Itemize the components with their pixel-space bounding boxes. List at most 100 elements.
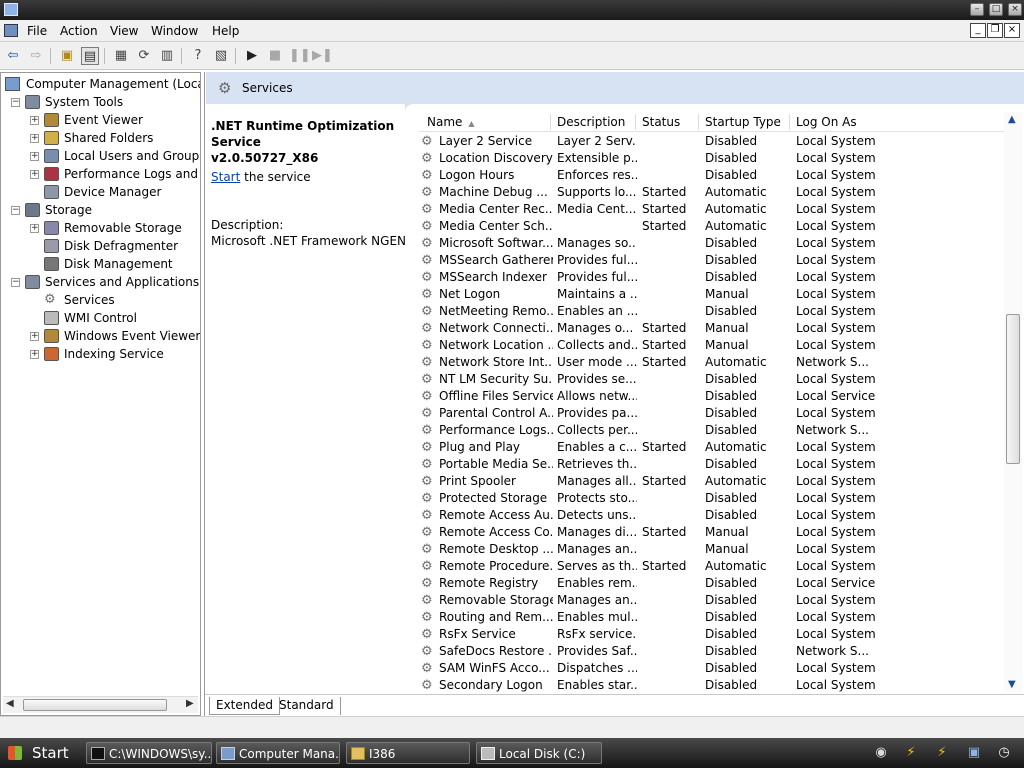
column-status[interactable]: Status (642, 115, 680, 129)
flash-icon[interactable]: ⚡ (934, 745, 950, 761)
table-row[interactable]: ⚙ Network Location ... Collects and... Star… (419, 337, 1007, 354)
table-row[interactable]: ⚙ Media Center Sch... Started Automatic Loca… (419, 218, 1007, 235)
tree-item-disk-defragmenter[interactable]: Disk Defragmenter (1, 237, 200, 255)
table-row[interactable]: ⚙ Location Discovery Extensible p... Disabl… (419, 150, 1007, 167)
table-row[interactable]: ⚙ Portable Media Se... Retrieves th... Disa… (419, 456, 1007, 473)
clock-icon[interactable]: ◷ (996, 745, 1012, 761)
collapse-icon[interactable]: − (11, 206, 20, 215)
tree-item-windows-event-viewer[interactable]: + Windows Event Viewer (1, 327, 200, 345)
properties-icon[interactable]: ▦ (112, 47, 130, 65)
show-hide-tree-icon[interactable]: ▤ (81, 47, 99, 65)
help-icon[interactable]: ? (189, 47, 207, 65)
table-row[interactable]: ⚙ RsFx Service RsFx service... Disabled Loca… (419, 626, 1007, 643)
table-row[interactable]: ⚙ Remote Access Co... Manages di... Started… (419, 524, 1007, 541)
services-vertical-scrollbar[interactable]: ▲ ▼ (1004, 112, 1022, 692)
column-name[interactable]: Name ▲ (427, 115, 475, 129)
stop-icon[interactable]: ■ (266, 47, 284, 65)
play-icon[interactable]: ▶ (243, 47, 261, 65)
collapse-icon[interactable]: − (11, 278, 20, 287)
tree-item-wmi-control[interactable]: WMI Control (1, 309, 200, 327)
table-row[interactable]: ⚙ Microsoft Softwar... Manages so... Disabl… (419, 235, 1007, 252)
table-row[interactable]: ⚙ Layer 2 Service Layer 2 Serv... Disabled L… (419, 133, 1007, 150)
back-arrow-icon[interactable]: ⇦ (4, 47, 22, 65)
tree-item-local-users-and-groups[interactable]: + Local Users and Groups (1, 147, 200, 165)
table-row[interactable]: ⚙ Offline Files Service Allows netw... Disa… (419, 388, 1007, 405)
scroll-right-icon[interactable]: ▶ (186, 698, 194, 709)
table-row[interactable]: ⚙ Machine Debug ... Supports lo... Started A… (419, 184, 1007, 201)
table-row[interactable]: ⚙ MSSearch Gatherer Provides ful... Disable… (419, 252, 1007, 269)
expand-icon[interactable]: + (30, 152, 39, 161)
tree-horizontal-scrollbar[interactable]: ◀ ▶ (3, 696, 198, 713)
table-row[interactable]: ⚙ Performance Logs... Collects per... Disab… (419, 422, 1007, 439)
tree-item-system-tools[interactable]: − System Tools (1, 93, 200, 111)
search-icon[interactable]: ◉ (873, 745, 889, 761)
menu-file[interactable]: File (27, 24, 47, 38)
column-description[interactable]: Description (557, 115, 625, 129)
lightning-icon[interactable]: ⚡ (903, 745, 919, 761)
table-row[interactable]: ⚙ Network Store Int... User mode ... Starte… (419, 354, 1007, 371)
table-row[interactable]: ⚙ Routing and Rem... Enables mul... Disable… (419, 609, 1007, 626)
scroll-left-icon[interactable]: ◀ (6, 698, 14, 709)
collapse-icon[interactable]: − (11, 98, 20, 107)
expand-icon[interactable]: + (30, 170, 39, 179)
menu-action[interactable]: Action (60, 24, 98, 38)
expand-icon[interactable]: + (30, 134, 39, 143)
menu-help[interactable]: Help (212, 24, 239, 38)
column-startup-type[interactable]: Startup Type (705, 115, 781, 129)
task-i386-folder[interactable]: I386 (346, 742, 470, 764)
tree-item-shared-folders[interactable]: + Shared Folders (1, 129, 200, 147)
table-row[interactable]: ⚙ Remote Desktop ... Manages an... Manual Lo… (419, 541, 1007, 558)
table-row[interactable]: ⚙ Net Logon Maintains a ... Manual Local Sys… (419, 286, 1007, 303)
close-icon[interactable]: × (1008, 3, 1022, 16)
start-button[interactable]: Start (2, 741, 78, 765)
tree-item-services[interactable]: ⚙ Services (1, 291, 200, 309)
tree-item-event-viewer[interactable]: + Event Viewer (1, 111, 200, 129)
table-row[interactable]: ⚙ Secondary Logon Enables star... Disabled L… (419, 677, 1007, 694)
task-computer-management[interactable]: Computer Mana... (216, 742, 340, 764)
tree-item-performance-logs-and-ale[interactable]: +Performance Logs and Ale (1, 165, 200, 183)
table-row[interactable]: ⚙ Print Spooler Manages all... Started Autom… (419, 473, 1007, 490)
table-row[interactable]: ⚙ Remote Procedure... Serves as th... Start… (419, 558, 1007, 575)
scroll-down-icon[interactable]: ▼ (1008, 679, 1016, 690)
start-service-link[interactable]: Start (211, 170, 240, 184)
tree-item-indexing-service[interactable]: + Indexing Service (1, 345, 200, 363)
up-folder-icon[interactable]: ▣ (58, 47, 76, 65)
expand-icon[interactable]: + (30, 116, 39, 125)
scroll-up-icon[interactable]: ▲ (1008, 114, 1016, 125)
tree-item-device-manager[interactable]: Device Manager (1, 183, 200, 201)
scroll-thumb[interactable] (1006, 314, 1020, 464)
pause-icon[interactable]: ❚❚ (289, 47, 311, 65)
expand-icon[interactable]: + (30, 224, 39, 233)
table-row[interactable]: ⚙ NetMeeting Remo... Enables an ... Disable… (419, 303, 1007, 320)
tree-item-disk-management[interactable]: Disk Management (1, 255, 200, 273)
table-row[interactable]: ⚙ SafeDocs Restore ... Provides Saf... Disa… (419, 643, 1007, 660)
table-row[interactable]: ⚙ Plug and Play Enables a c... Started Autom… (419, 439, 1007, 456)
task-command-prompt[interactable]: C:\WINDOWS\sy... (86, 742, 212, 764)
table-row[interactable]: ⚙ Remote Registry Enables rem... Disabled Lo… (419, 575, 1007, 592)
console-document-icon[interactable] (4, 24, 18, 37)
table-row[interactable]: ⚙ SAM WinFS Acco... Dispatches ... Disabled… (419, 660, 1007, 677)
menu-window[interactable]: Window (151, 24, 198, 38)
table-row[interactable]: ⚙ Network Connecti... Manages o... Started M… (419, 320, 1007, 337)
tree-item-services-and-applications[interactable]: − Services and Applications (1, 273, 200, 291)
close-icon[interactable]: × (1004, 23, 1020, 38)
column-log-on-as[interactable]: Log On As (796, 115, 857, 129)
table-row[interactable]: ⚙ Parental Control A... Provides pa... Disa… (419, 405, 1007, 422)
tab-standard[interactable]: Standard (273, 697, 341, 715)
tree-root[interactable]: Computer Management (Local) (5, 75, 200, 93)
table-row[interactable]: ⚙ NT LM Security Su... Provides se... Disab… (419, 371, 1007, 388)
menu-view[interactable]: View (110, 24, 138, 38)
minimize-icon[interactable]: – (970, 3, 984, 16)
restore-icon[interactable]: ❐ (987, 23, 1003, 38)
table-row[interactable]: ⚙ Protected Storage Protects sto... Disable… (419, 490, 1007, 507)
tree-item-storage[interactable]: − Storage (1, 201, 200, 219)
export-list-icon[interactable]: ▥ (158, 47, 176, 65)
table-row[interactable]: ⚙ Remote Access Au... Detects uns... Disabl… (419, 507, 1007, 524)
task-local-disk[interactable]: Local Disk (C:) (476, 742, 602, 764)
tab-extended[interactable]: Extended (209, 697, 280, 715)
expand-icon[interactable]: + (30, 332, 39, 341)
table-row[interactable]: ⚙ MSSearch Indexer Provides ful... Disabled… (419, 269, 1007, 286)
table-row[interactable]: ⚙ Logon Hours Enforces res... Disabled Local… (419, 167, 1007, 184)
network-icon[interactable]: ▣ (966, 745, 982, 761)
forward-arrow-icon[interactable]: ⇨ (27, 47, 45, 65)
